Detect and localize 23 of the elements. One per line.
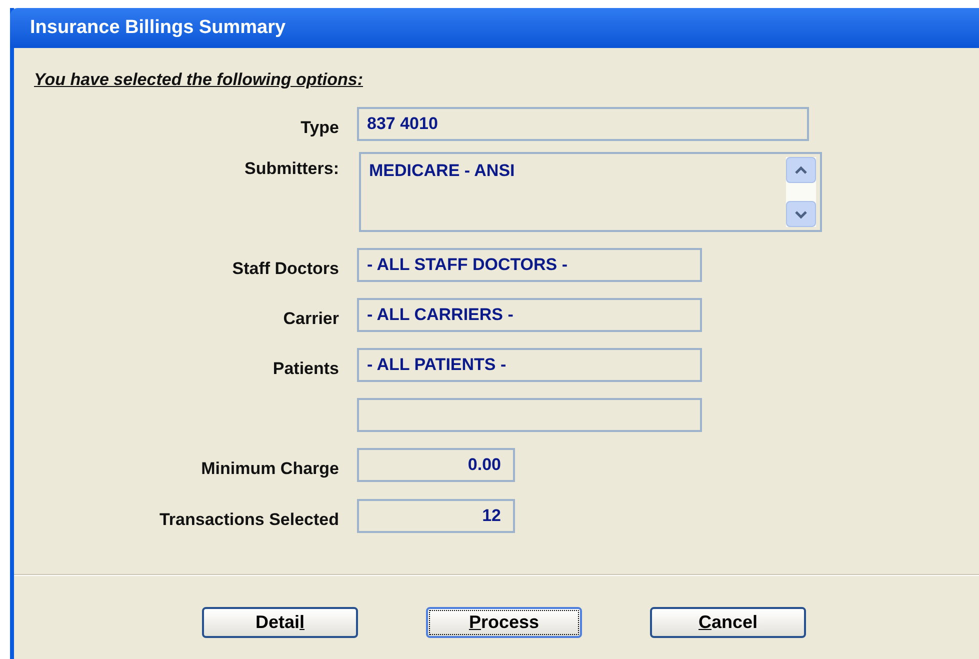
value-field: - ALL PATIENTS - <box>357 348 702 382</box>
dialog-button[interactable]: Cancel <box>650 607 806 638</box>
field-label: Staff Doctors <box>231 258 339 280</box>
scroll-up-button[interactable] <box>786 157 816 183</box>
field-label: Type <box>300 117 339 140</box>
list-item: MEDICARE - ANSI <box>369 160 515 182</box>
dialog-button[interactable]: Process <box>426 607 582 638</box>
value-field: 12 <box>357 499 515 533</box>
field-label: Submitters: <box>244 158 339 180</box>
section-heading: You have selected the following options: <box>34 70 364 89</box>
chevron-down-icon <box>794 210 808 218</box>
value-field: - ALL STAFF DOCTORS - <box>357 248 702 282</box>
field-label: Patients <box>272 358 339 380</box>
value-field: 0.00 <box>357 448 515 482</box>
window-title: Insurance Billings Summary <box>30 16 286 40</box>
value-field: - ALL CARRIERS - <box>357 298 702 332</box>
field-label: Transactions Selected <box>158 509 339 532</box>
field-label: Minimum Charge <box>200 458 339 480</box>
value-field: 837 4010 <box>357 107 809 141</box>
field-label: Carrier <box>282 308 339 330</box>
scroll-down-button[interactable] <box>786 201 816 227</box>
chevron-up-icon <box>794 166 808 174</box>
dialog-button[interactable]: Detail <box>202 607 358 638</box>
